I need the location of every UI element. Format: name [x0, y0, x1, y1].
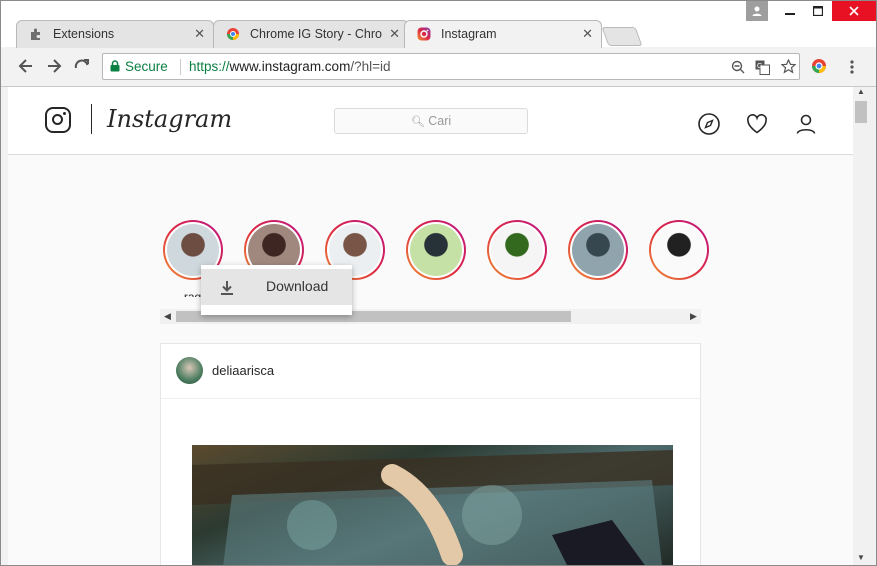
- tab-close-icon[interactable]: ✕: [582, 26, 593, 42]
- logo-divider: [91, 104, 92, 134]
- ig-header: Instagram 🔍︎ Cari: [8, 87, 853, 155]
- back-icon[interactable]: [16, 57, 36, 77]
- secure-label: Secure: [125, 59, 168, 74]
- chrome-ig-story-icon: [227, 28, 239, 40]
- url-path: /?hl=id: [350, 59, 391, 74]
- tab-label: Extensions: [53, 27, 115, 41]
- tab-instagram[interactable]: Instagram ✕: [404, 20, 602, 48]
- story-avatar: [652, 224, 705, 276]
- svg-text:G: G: [757, 63, 762, 70]
- post-avatar[interactable]: [176, 357, 203, 384]
- tab-label: Chrome IG Story - Chron: [250, 27, 382, 41]
- page-scrollbar-thumb[interactable]: [855, 101, 867, 123]
- context-menu: Download: [201, 265, 352, 315]
- forward-icon[interactable]: [44, 57, 64, 77]
- page-scrollbar[interactable]: ▲ ▼: [853, 87, 876, 565]
- tab-close-icon[interactable]: ✕: [194, 26, 205, 42]
- story-username: [565, 290, 630, 297]
- search-placeholder: Cari: [428, 114, 452, 128]
- lock-icon: [110, 60, 120, 72]
- story-username: [484, 290, 549, 297]
- post-header-divider: [161, 398, 700, 399]
- close-window-icon[interactable]: [832, 1, 876, 21]
- post-image[interactable]: [192, 445, 673, 565]
- activity-heart-icon[interactable]: [745, 112, 769, 136]
- story-item[interactable]: [484, 220, 549, 297]
- post-username[interactable]: deliaarisca: [212, 363, 274, 378]
- search-input[interactable]: 🔍︎ Cari: [334, 108, 528, 134]
- url-text[interactable]: https://www.instagram.com/?hl=id: [189, 59, 391, 74]
- instagram-page: Instagram 🔍︎ Cari raq ◀ ▶ Download delia…: [8, 87, 853, 565]
- story-avatar: [490, 224, 543, 276]
- profile-user-icon[interactable]: [794, 112, 818, 136]
- url-scheme: https://: [189, 59, 230, 74]
- menu-icon[interactable]: [849, 59, 855, 75]
- extension-ig-story-icon[interactable]: [811, 58, 827, 74]
- tab-close-icon[interactable]: ✕: [389, 26, 400, 42]
- scroll-up-icon[interactable]: ▲: [857, 87, 865, 96]
- download-icon: [221, 281, 233, 295]
- instagram-icon: [417, 27, 431, 41]
- story-item[interactable]: [646, 220, 711, 297]
- profile-icon[interactable]: [746, 1, 768, 21]
- translate-icon[interactable]: G: [755, 60, 770, 75]
- instagram-wordmark[interactable]: Instagram: [107, 105, 232, 133]
- scroll-left-icon[interactable]: ◀: [164, 309, 171, 324]
- download-menu-item[interactable]: Download: [201, 269, 352, 305]
- story-avatar: [409, 224, 462, 276]
- bookmark-star-icon[interactable]: [781, 59, 796, 74]
- tab-extensions[interactable]: Extensions ✕: [16, 20, 214, 48]
- zoom-out-icon[interactable]: [731, 60, 745, 74]
- search-icon: 🔍︎: [410, 116, 425, 128]
- story-username: [403, 290, 468, 297]
- explore-compass-icon[interactable]: [697, 112, 721, 136]
- story-ring: [648, 220, 709, 280]
- scroll-down-icon[interactable]: ▼: [857, 553, 865, 562]
- address-bar[interactable]: Secure https://www.instagram.com/?hl=id …: [102, 53, 800, 80]
- story-avatar: [571, 224, 624, 276]
- maximize-icon[interactable]: [807, 1, 829, 21]
- story-ring: [405, 220, 466, 280]
- story-item[interactable]: [403, 220, 468, 297]
- instagram-logo-icon[interactable]: [45, 107, 71, 133]
- puzzle-icon: [31, 28, 40, 40]
- reload-icon[interactable]: [72, 57, 92, 77]
- minimize-icon[interactable]: [773, 1, 807, 21]
- scroll-right-icon[interactable]: ▶: [690, 309, 697, 324]
- download-label: Download: [266, 278, 329, 294]
- feed-post: deliaarisca: [160, 343, 701, 565]
- story-ring: [567, 220, 628, 280]
- title-bar: Extensions ✕ Chrome IG Story - Chron ✕ I…: [1, 1, 876, 48]
- url-host: www.instagram.com: [229, 59, 351, 74]
- tab-chrome-ig-story[interactable]: Chrome IG Story - Chron ✕: [213, 20, 409, 48]
- new-tab-button[interactable]: [601, 27, 643, 46]
- omnibox-separator: [180, 59, 181, 75]
- tab-label: Instagram: [441, 27, 497, 41]
- story-username: [646, 290, 711, 297]
- browser-window: Extensions ✕ Chrome IG Story - Chron ✕ I…: [0, 0, 877, 566]
- story-ring: [486, 220, 547, 280]
- story-item[interactable]: [565, 220, 630, 297]
- browser-toolbar: Secure https://www.instagram.com/?hl=id …: [1, 48, 876, 87]
